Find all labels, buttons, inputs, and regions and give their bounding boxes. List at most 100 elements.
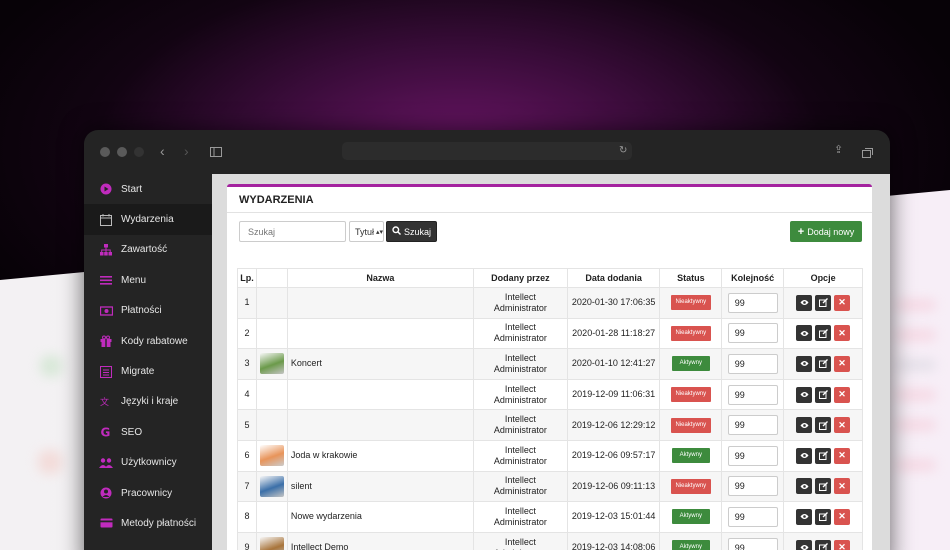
table-row[interactable]: 8 Nowe wydarzenia Intellect Administrator 2… (237, 501, 863, 533)
event-thumbnail[interactable] (259, 445, 284, 467)
table-row[interactable]: 6 Joda w krakowie Intellect Administrator 2… (237, 439, 863, 472)
column-header[interactable] (255, 268, 288, 288)
sidebar-item-menu[interactable]: Menu (84, 265, 212, 295)
reload-icon[interactable]: ↻ (619, 145, 627, 156)
language-icon: 文 (99, 395, 113, 409)
edit-button[interactable] (815, 294, 832, 311)
sidebar-toggle-icon[interactable] (210, 144, 222, 160)
sidebar-item-uzytkownicy[interactable]: Użytkownicy (84, 448, 212, 478)
order-input[interactable]: 99 (727, 476, 778, 497)
table-row[interactable]: 1 Intellect Administrator 2020-01-30 17:06… (237, 287, 863, 319)
delete-button[interactable]: ✕ (834, 325, 851, 342)
search-input[interactable] (239, 221, 346, 242)
delete-button[interactable]: ✕ (834, 478, 851, 495)
order-input[interactable]: 99 (727, 384, 778, 405)
thumbnail-cell (255, 531, 288, 550)
window-close-dot[interactable] (100, 147, 110, 157)
view-button[interactable] (796, 417, 813, 434)
column-header[interactable]: Status (659, 268, 723, 288)
options-cell: ✕ (783, 317, 863, 350)
add-new-button-label: Dodaj nowy (807, 226, 855, 237)
delete-button[interactable]: ✕ (834, 386, 851, 403)
order-input[interactable]: 99 (727, 353, 778, 374)
event-thumbnail[interactable] (259, 353, 284, 375)
order-input[interactable]: 99 (727, 292, 778, 313)
table-row[interactable]: 2 Intellect Administrator 2020-01-28 11:18… (237, 317, 863, 350)
column-header[interactable]: Data dodania (566, 268, 661, 288)
tabs-icon[interactable] (862, 145, 873, 161)
table-row[interactable]: 4 Intellect Administrator 2019-12-09 11:06… (237, 378, 863, 411)
order-input[interactable]: 99 (727, 537, 778, 550)
delete-button[interactable]: ✕ (834, 355, 851, 372)
order-input[interactable]: 99 (727, 506, 778, 527)
sidebar-item-pracownicy[interactable]: Pracownicy (84, 478, 212, 508)
delete-button[interactable]: ✕ (834, 539, 851, 550)
added-by: Intellect Administrator (472, 378, 568, 411)
sidebar-item-metody-platnosci[interactable]: Metody płatności (84, 508, 212, 538)
row-number: 3 (237, 348, 257, 380)
sidebar-item-seo[interactable]: G SEO (84, 417, 212, 447)
delete-button[interactable]: ✕ (834, 447, 851, 464)
event-thumbnail[interactable] (259, 475, 284, 497)
add-new-button[interactable]: + Dodaj nowy (790, 221, 862, 242)
edit-button[interactable] (815, 447, 832, 464)
column-header[interactable]: Nazwa (286, 268, 474, 288)
view-button[interactable] (796, 447, 813, 464)
options-cell: ✕ (783, 378, 863, 411)
edit-button[interactable] (815, 539, 832, 550)
column-header[interactable]: Opcje (783, 268, 863, 288)
status-badge: Aktywny (671, 356, 710, 372)
table-row[interactable]: 7 silent Intellect Administrator 2019-12-06… (237, 470, 863, 503)
close-icon: ✕ (838, 389, 846, 400)
view-button[interactable] (796, 539, 813, 550)
edit-button[interactable] (815, 386, 832, 403)
forward-icon[interactable]: › (184, 143, 189, 159)
sidebar-item-kody-rabatowe[interactable]: Kody rabatowe (84, 326, 212, 356)
column-header[interactable]: Kolejność (721, 268, 785, 288)
sidebar-item-zawartosc[interactable]: Zawartość (84, 235, 212, 265)
thumbnail-cell (255, 409, 288, 441)
view-button[interactable] (796, 508, 813, 525)
sidebar-item-platnosci[interactable]: Płatności (84, 296, 212, 326)
added-by: Intellect Administrator (472, 317, 568, 350)
address-bar[interactable] (342, 142, 632, 160)
select-arrows-icon: ▴▾ (376, 228, 384, 236)
order-input[interactable]: 99 (727, 323, 778, 344)
edit-button[interactable] (815, 478, 832, 495)
table-row[interactable]: 9 Intellect DemoIntellect Administrator20… (237, 531, 863, 550)
sidebar-item-start[interactable]: Start (84, 174, 212, 204)
table-row[interactable]: 3 Koncert Intellect Administrator 2020-01-1… (237, 348, 863, 380)
order-input[interactable]: 99 (727, 445, 778, 466)
edit-button[interactable] (815, 417, 832, 434)
delete-button[interactable]: ✕ (834, 417, 851, 434)
edit-button[interactable] (815, 508, 832, 525)
view-button[interactable] (796, 325, 813, 342)
edit-button[interactable] (815, 325, 832, 342)
eye-icon (800, 514, 809, 520)
window-minimize-dot[interactable] (117, 147, 127, 157)
search-field-select[interactable]: Tytuł ▴▾ (349, 221, 384, 242)
window-zoom-dot[interactable] (134, 147, 144, 157)
table-row[interactable]: 5 Intellect Administrator 2019-12-06 12:29… (237, 409, 863, 441)
order-input[interactable]: 99 (727, 415, 778, 436)
edit-button[interactable] (815, 355, 832, 372)
event-thumbnail[interactable] (259, 537, 284, 550)
row-number: 8 (237, 501, 257, 533)
sidebar-item-jezyki-i-kraje[interactable]: 文 Języki i kraje (84, 387, 212, 417)
delete-button[interactable]: ✕ (834, 294, 851, 311)
thumbnail-cell (255, 439, 288, 472)
view-button[interactable] (796, 386, 813, 403)
column-header[interactable]: Lp. (237, 268, 257, 288)
view-button[interactable] (796, 355, 813, 372)
browser-window: ‹ › ↻ ⇪ Start Wydarzenia Zawartość Menu Płat… (84, 130, 890, 550)
back-icon[interactable]: ‹ (160, 143, 165, 159)
svg-text:文: 文 (100, 396, 109, 408)
sidebar-item-wydarzenia[interactable]: Wydarzenia (84, 204, 212, 235)
view-button[interactable] (796, 478, 813, 495)
share-icon[interactable]: ⇪ (834, 143, 843, 156)
delete-button[interactable]: ✕ (834, 508, 851, 525)
sidebar-item-migrate[interactable]: Migrate (84, 356, 212, 386)
view-button[interactable] (796, 294, 813, 311)
column-header[interactable]: Dodany przez (472, 268, 568, 288)
search-button[interactable]: Szukaj (386, 221, 437, 242)
